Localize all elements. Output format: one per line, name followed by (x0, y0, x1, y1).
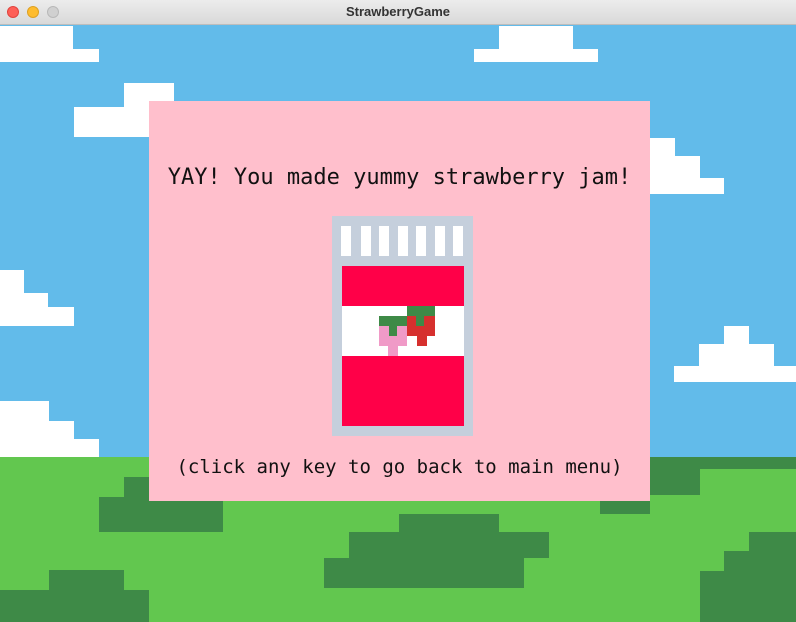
return-hint: (click any key to go back to main menu) (176, 456, 623, 478)
win-message: YAY! You made yummy strawberry jam! (167, 165, 632, 190)
title-bar: StrawberryGame (0, 0, 796, 25)
game-canvas[interactable]: YAY! You made yummy strawberry jam! (cli… (0, 25, 796, 622)
win-dialog: YAY! You made yummy strawberry jam! (cli… (149, 101, 650, 501)
window-title: StrawberryGame (345, 4, 451, 19)
jam-jar-icon (332, 216, 473, 436)
